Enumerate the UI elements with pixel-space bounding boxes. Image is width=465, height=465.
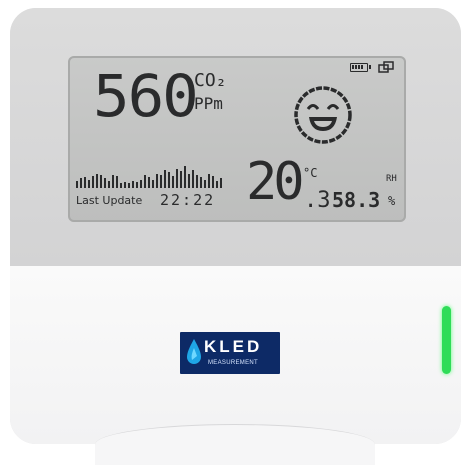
connection-icon [378, 61, 394, 73]
history-bar [172, 176, 174, 188]
battery-cell [361, 65, 363, 69]
eink-display: 560 CO₂ PPm Last Update 22:22 20 °C .3 5… [68, 56, 406, 222]
history-bar [112, 175, 114, 188]
history-bar [128, 183, 130, 188]
status-led [442, 306, 451, 374]
device-stand [95, 424, 375, 465]
history-bar [180, 171, 182, 188]
co2-unit: PPm [194, 94, 223, 113]
brand-name: KLED [204, 337, 263, 356]
humidity-unit: % [388, 194, 396, 208]
history-bar [216, 181, 218, 188]
history-bar [168, 172, 170, 188]
history-bar [176, 169, 178, 188]
history-bar [144, 175, 146, 188]
history-bar [184, 166, 186, 188]
history-bar [140, 180, 142, 188]
battery-cell [352, 65, 354, 69]
last-update-label: Last Update [76, 194, 143, 207]
history-bar [192, 170, 194, 188]
brand-logo: KLED MEASUREMENT [180, 332, 280, 374]
history-bar [96, 174, 98, 188]
history-bar [116, 176, 118, 188]
history-bar [100, 175, 102, 188]
co2-history-chart [76, 164, 224, 188]
last-update-time: 22:22 [160, 191, 216, 209]
co2-value: 560 [93, 62, 199, 130]
history-bar [104, 178, 106, 188]
history-bar [148, 177, 150, 188]
history-bar [92, 176, 94, 188]
history-bar [208, 174, 210, 188]
temperature-decimal: .3 [304, 188, 331, 213]
history-bar [84, 177, 86, 188]
history-bar [188, 174, 190, 188]
history-bar [152, 180, 154, 188]
history-bar [220, 178, 222, 188]
history-bar [124, 182, 126, 188]
flame-drop-icon [187, 339, 201, 364]
history-bar [76, 181, 78, 188]
history-bar [136, 182, 138, 188]
temperature-unit: °C [303, 166, 318, 180]
history-bar [160, 175, 162, 188]
history-bar [80, 178, 82, 188]
happy-face-icon [294, 86, 352, 144]
history-bar [88, 180, 90, 188]
battery-cell [355, 65, 357, 69]
humidity-label: RH [386, 174, 397, 184]
history-bar [204, 180, 206, 188]
history-bar [156, 174, 158, 188]
battery-cell [358, 65, 360, 69]
battery-icon [350, 63, 371, 72]
brand-subtitle: MEASUREMENT [208, 360, 258, 366]
history-bar [200, 177, 202, 188]
co2-label: CO₂ [194, 70, 227, 91]
humidity-value: 58.3 [332, 188, 381, 212]
history-bar [132, 181, 134, 188]
history-bar [120, 183, 122, 188]
history-bar [164, 170, 166, 188]
history-bar [212, 176, 214, 188]
temperature-value: 20 [246, 152, 305, 212]
history-bar [108, 181, 110, 188]
history-bar [196, 175, 198, 188]
